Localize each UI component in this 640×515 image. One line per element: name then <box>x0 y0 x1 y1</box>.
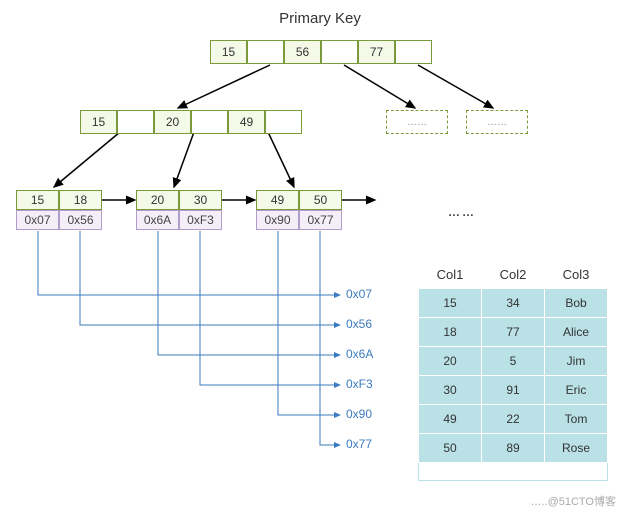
leaf-key: 18 <box>59 190 102 210</box>
leaf-node: 20 30 0x6A 0xF3 <box>136 190 222 230</box>
leaf-key: 30 <box>179 190 222 210</box>
leaf-ellipsis: …… <box>448 205 476 219</box>
internal-cell-empty <box>191 110 228 134</box>
table-row: 1877Alice <box>419 318 608 347</box>
pointer-label: 0x56 <box>346 317 372 331</box>
table-row: 1534Bob <box>419 289 608 318</box>
table-row: 4922Tom <box>419 405 608 434</box>
root-cell-empty <box>395 40 432 64</box>
pointer-label: 0x77 <box>346 437 372 451</box>
internal-cell-empty <box>265 110 302 134</box>
root-cell-empty <box>321 40 358 64</box>
root-cell: 15 <box>210 40 247 64</box>
data-table: Col1 Col2 Col3 1534Bob 1877Alice 205Jim … <box>418 261 608 481</box>
internal-cell-empty <box>117 110 154 134</box>
table-footer <box>419 463 608 481</box>
leaf-key: 49 <box>256 190 299 210</box>
leaf-key: 15 <box>16 190 59 210</box>
leaf-ptr: 0x07 <box>16 210 59 230</box>
table-row: 205Jim <box>419 347 608 376</box>
pointer-label: 0x6A <box>346 347 373 361</box>
pointer-label: 0x07 <box>346 287 372 301</box>
table-header: Col2 <box>482 261 545 289</box>
internal-placeholder: …… <box>466 110 528 134</box>
internal-placeholder: …… <box>386 110 448 134</box>
leaf-ptr: 0x90 <box>256 210 299 230</box>
internal-cell: 20 <box>154 110 191 134</box>
table-header: Col3 <box>545 261 608 289</box>
leaf-node: 15 18 0x07 0x56 <box>16 190 102 230</box>
leaf-ptr: 0x77 <box>299 210 342 230</box>
leaf-ptr: 0x56 <box>59 210 102 230</box>
root-node: 15 56 77 <box>210 40 432 64</box>
table-row: 5089Rose <box>419 434 608 463</box>
internal-cell: 15 <box>80 110 117 134</box>
diagram-title: Primary Key <box>0 10 640 27</box>
leaf-key: 20 <box>136 190 179 210</box>
pointer-label: 0xF3 <box>346 377 373 391</box>
leaf-ptr: 0x6A <box>136 210 179 230</box>
leaf-key: 50 <box>299 190 342 210</box>
table-row: 3091Eric <box>419 376 608 405</box>
table-header: Col1 <box>419 261 482 289</box>
pointer-label: 0x90 <box>346 407 372 421</box>
watermark: …..@51CTO博客 <box>530 493 616 509</box>
root-cell: 56 <box>284 40 321 64</box>
root-cell-empty <box>247 40 284 64</box>
internal-cell: 49 <box>228 110 265 134</box>
leaf-ptr: 0xF3 <box>179 210 222 230</box>
leaf-node: 49 50 0x90 0x77 <box>256 190 342 230</box>
internal-node: 15 20 49 <box>80 110 302 134</box>
root-cell: 77 <box>358 40 395 64</box>
